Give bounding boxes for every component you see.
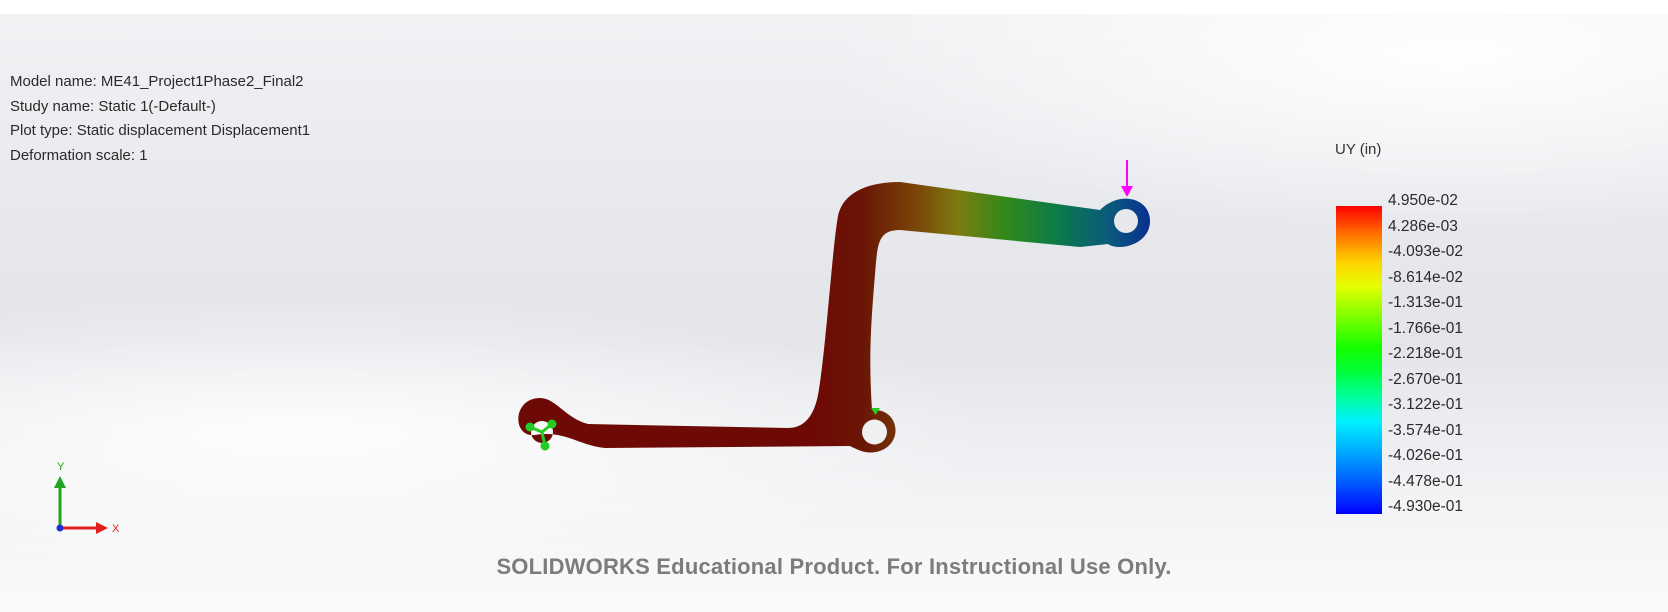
legend-color-bar (1336, 206, 1382, 514)
coordinate-triad[interactable]: Y X (40, 458, 130, 538)
x-axis-arrow-icon (96, 522, 108, 534)
x-axis-label: X (112, 523, 120, 535)
legend-label: -8.614e-02 (1388, 268, 1463, 286)
legend-label: -3.574e-01 (1388, 421, 1463, 439)
watermark-text: SOLIDWORKS Educational Product. For Inst… (496, 554, 1172, 579)
legend-label: -4.930e-01 (1388, 498, 1463, 515)
load-arrow-icon (1121, 160, 1133, 197)
y-axis-label: Y (57, 461, 65, 473)
legend-label: 4.950e-02 (1388, 192, 1458, 209)
legend-label: -4.478e-01 (1388, 472, 1463, 490)
y-axis-arrow-icon (54, 476, 66, 488)
z-axis-icon (56, 524, 64, 532)
link-body (518, 182, 1150, 453)
legend-label: -1.313e-01 (1388, 294, 1463, 311)
legend-label: -4.026e-01 (1388, 447, 1463, 464)
legend-label: -2.218e-01 (1388, 345, 1463, 362)
legend-label: -3.122e-01 (1388, 396, 1463, 413)
legend-label: 4.286e-03 (1388, 217, 1458, 235)
legend-label: -1.766e-01 (1388, 319, 1463, 337)
legend-label: -2.670e-01 (1388, 370, 1463, 388)
legend-label: -4.093e-02 (1388, 243, 1463, 260)
legend-title: UY (in) (1335, 141, 1382, 158)
